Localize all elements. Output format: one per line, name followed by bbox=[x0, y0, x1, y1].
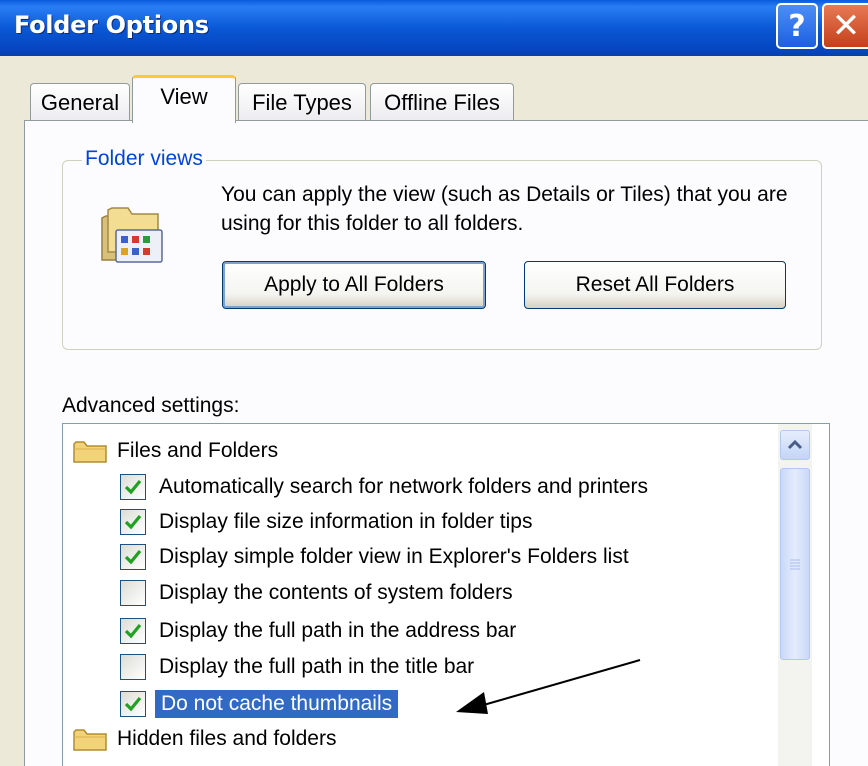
tree-folder-files-and-folders[interactable]: Files and Folders bbox=[73, 434, 278, 468]
setting-full-path-address-bar[interactable]: Display the full path in the address bar bbox=[120, 614, 516, 648]
setting-full-path-title-bar[interactable]: Display the full path in the title bar bbox=[120, 650, 474, 684]
folder-views-icon bbox=[96, 200, 166, 271]
advanced-settings-label: Advanced settings: bbox=[62, 394, 240, 417]
tab-file-types-label: File Types bbox=[252, 89, 352, 115]
setting-do-not-cache-thumbnails[interactable]: Do not cache thumbnails bbox=[120, 687, 399, 721]
checkbox[interactable] bbox=[120, 580, 146, 606]
reset-button-label: Reset All Folders bbox=[575, 273, 735, 296]
tab-general[interactable]: General bbox=[30, 83, 130, 121]
tab-view[interactable]: View bbox=[132, 75, 236, 123]
tree-folder-label: Hidden files and folders bbox=[117, 727, 337, 750]
checkbox[interactable] bbox=[120, 474, 146, 500]
tab-general-label: General bbox=[40, 89, 120, 115]
help-button[interactable]: ? bbox=[776, 3, 818, 49]
scroll-thumb[interactable] bbox=[780, 468, 810, 660]
tab-offline-files-label: Offline Files bbox=[384, 89, 500, 115]
reset-all-folders-button[interactable]: Reset All Folders bbox=[524, 261, 786, 309]
tab-file-types[interactable]: File Types bbox=[238, 83, 366, 121]
vertical-scrollbar[interactable] bbox=[778, 424, 812, 766]
title-bar[interactable]: Folder Options ? ✕ bbox=[0, 0, 868, 56]
checkbox[interactable] bbox=[120, 509, 146, 535]
setting-label: Display the full path in the title bar bbox=[159, 655, 475, 678]
setting-label: Display simple folder view in Explorer's… bbox=[159, 545, 629, 568]
checkmark-icon bbox=[124, 696, 142, 712]
checkbox[interactable] bbox=[120, 654, 146, 680]
close-icon: ✕ bbox=[831, 6, 861, 46]
setting-label: Display file size information in folder … bbox=[159, 510, 533, 533]
tab-view-label: View bbox=[160, 84, 208, 109]
setting-file-size-info[interactable]: Display file size information in folder … bbox=[120, 505, 533, 539]
window-title: Folder Options bbox=[14, 11, 209, 39]
folder-views-description: You can apply the view (such as Details … bbox=[221, 183, 788, 235]
tab-offline-files[interactable]: Offline Files bbox=[370, 83, 514, 121]
checkbox[interactable] bbox=[120, 691, 146, 717]
setting-label: Display the contents of system folders bbox=[159, 581, 513, 604]
setting-system-folder-contents[interactable]: Display the contents of system folders bbox=[120, 576, 513, 610]
tree-folder-hidden-files[interactable]: Hidden files and folders bbox=[73, 722, 336, 756]
setting-label: Automatically search for network folders… bbox=[159, 475, 649, 498]
folder-icon bbox=[73, 729, 107, 751]
setting-auto-search-network[interactable]: Automatically search for network folders… bbox=[120, 470, 648, 504]
checkbox[interactable] bbox=[120, 544, 146, 570]
apply-to-all-folders-button[interactable]: Apply to All Folders bbox=[222, 261, 486, 309]
folder-icon bbox=[73, 441, 107, 463]
setting-label: Display the full path in the address bar bbox=[159, 619, 517, 642]
setting-label-selected: Do not cache thumbnails bbox=[155, 690, 399, 718]
checkmark-icon bbox=[124, 623, 142, 639]
checkmark-icon bbox=[124, 549, 142, 565]
chevron-up-icon bbox=[787, 439, 803, 450]
help-icon: ? bbox=[788, 8, 806, 44]
checkmark-icon bbox=[124, 514, 142, 530]
checkbox[interactable] bbox=[120, 618, 146, 644]
grip-icon bbox=[790, 559, 800, 570]
folder-views-legend: Folder views bbox=[82, 147, 206, 171]
setting-simple-folder-view[interactable]: Display simple folder view in Explorer's… bbox=[120, 540, 629, 574]
checkmark-icon bbox=[124, 479, 142, 495]
tree-folder-label: Files and Folders bbox=[117, 439, 279, 462]
annotation-arrow-icon bbox=[456, 659, 641, 714]
apply-button-label: Apply to All Folders bbox=[264, 273, 444, 296]
scroll-up-button[interactable] bbox=[780, 430, 810, 460]
close-button[interactable]: ✕ bbox=[822, 3, 868, 49]
